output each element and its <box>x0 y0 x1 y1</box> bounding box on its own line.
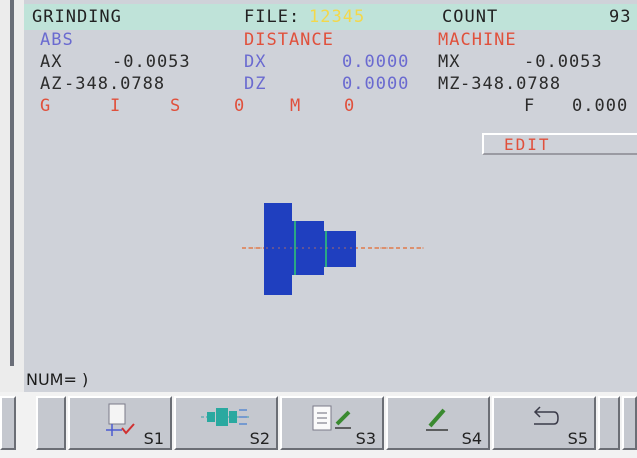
count-value: 93 <box>609 7 632 27</box>
m-label: M <box>290 96 302 116</box>
feed-label: F <box>524 96 536 116</box>
softkey-prev[interactable] <box>36 396 66 450</box>
abs-title: ABS <box>40 30 74 50</box>
file-number: 12345 <box>309 7 366 27</box>
bezel-strip <box>10 0 14 366</box>
softkey-s2-label: S2 <box>249 429 270 448</box>
feed-value: 0.000 <box>572 96 629 116</box>
i-label: I <box>110 96 122 116</box>
mode-title: GRINDING <box>32 7 122 27</box>
wheel-spindle-icon <box>201 408 251 426</box>
dx-value: 0.0000 <box>342 52 410 72</box>
mz-label: MZ <box>438 74 461 94</box>
az-label: AZ <box>40 74 63 94</box>
mx-label: MX <box>438 52 461 72</box>
dx-label: DX <box>244 52 267 72</box>
count-label: COUNT <box>442 7 499 27</box>
softkey-s4-label: S4 <box>461 429 482 448</box>
header-bar: GRINDING FILE: 12345 COUNT 93 <box>24 4 637 30</box>
return-arrow-icon <box>533 406 559 425</box>
g-code-label: G <box>40 96 52 116</box>
softkey-right-edge <box>622 396 637 450</box>
machine-title: MACHINE <box>438 30 517 50</box>
ax-value: -0.0053 <box>112 52 191 72</box>
s-label: S <box>170 96 182 116</box>
mz-value: -348.0788 <box>460 74 562 94</box>
softkey-s4[interactable]: S4 <box>386 396 490 450</box>
softkey-s1-label: S1 <box>143 429 164 448</box>
softkey-bar: S1 S2 S3 S4 S5 <box>0 392 637 458</box>
softkey-s3[interactable]: S3 <box>280 396 384 450</box>
mode-indicator-label: EDIT <box>504 135 551 154</box>
s-value: 0 <box>234 96 246 116</box>
pencil-icon <box>426 408 448 431</box>
az-value: -348.0788 <box>64 74 166 94</box>
cnc-screen: GRINDING FILE: 12345 COUNT 93 ABS DISTAN… <box>24 0 637 392</box>
mx-value: -0.0053 <box>524 52 603 72</box>
part-large-diameter <box>264 203 292 295</box>
mode-indicator: EDIT <box>482 133 637 155</box>
distance-title: DISTANCE <box>244 30 334 50</box>
workpiece-coordinate-icon <box>106 403 135 436</box>
m-value: 0 <box>344 96 356 116</box>
softkey-s5[interactable]: S5 <box>492 396 596 450</box>
left-bezel <box>0 0 24 458</box>
softkey-s1[interactable]: S1 <box>68 396 172 450</box>
dz-label: DZ <box>244 74 267 94</box>
file-label: FILE: <box>244 7 301 27</box>
softkey-s2[interactable]: S2 <box>174 396 278 450</box>
softkey-next[interactable] <box>598 396 620 450</box>
softkey-s5-label: S5 <box>567 429 588 448</box>
input-prompt[interactable]: NUM= ) <box>26 370 88 389</box>
document-edit-icon <box>312 405 351 431</box>
softkey-left-edge <box>0 396 16 450</box>
dz-value: 0.0000 <box>342 74 410 94</box>
part-profile-graphic <box>242 203 424 295</box>
softkey-s3-label: S3 <box>355 429 376 448</box>
part-small-diameter <box>324 231 356 267</box>
ax-label: AX <box>40 52 63 72</box>
